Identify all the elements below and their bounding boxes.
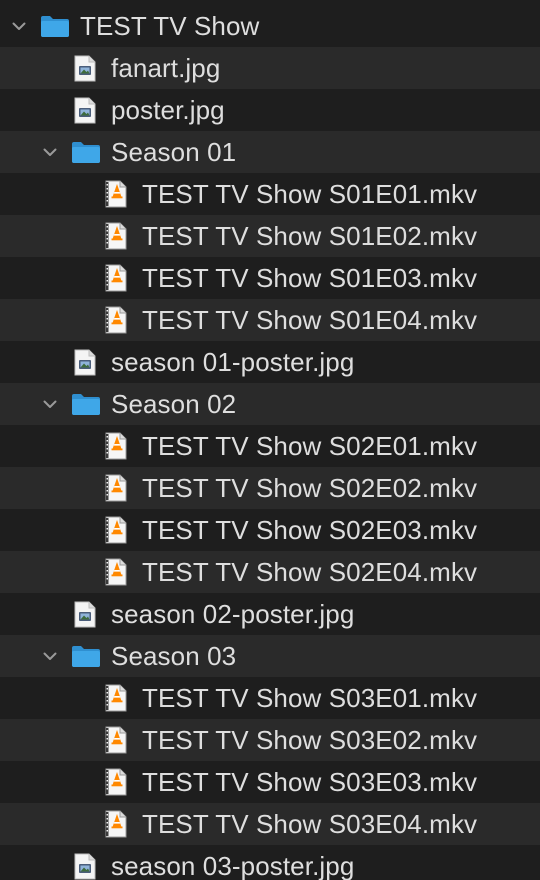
folder-row[interactable]: Season 02: [0, 383, 540, 425]
mkv-file-icon: [105, 509, 127, 551]
file-row[interactable]: TEST TV Show S01E04.mkv: [0, 299, 540, 341]
mkv-file-icon: [105, 551, 127, 593]
mkv-file-icon: [105, 257, 127, 299]
folder-icon: [71, 635, 101, 677]
image-file-icon: [74, 341, 96, 383]
item-label: TEST TV Show: [80, 11, 260, 41]
file-tree: TEST TV Show fanart.jpg poster.jpg Season 0…: [0, 0, 540, 880]
image-file-icon: [74, 593, 96, 635]
folder-icon: [71, 383, 101, 425]
item-label: TEST TV Show S01E04.mkv: [142, 305, 478, 335]
file-row[interactable]: fanart.jpg: [0, 47, 540, 89]
mkv-file-icon: [105, 803, 127, 845]
folder-row[interactable]: TEST TV Show: [0, 5, 540, 47]
item-label: TEST TV Show S01E01.mkv: [142, 179, 478, 209]
file-row[interactable]: TEST TV Show S03E01.mkv: [0, 677, 540, 719]
folder-row[interactable]: Season 03: [0, 635, 540, 677]
disclosure-chevron-icon[interactable]: [41, 383, 59, 425]
item-label: TEST TV Show S03E02.mkv: [142, 725, 478, 755]
file-row[interactable]: TEST TV Show S03E02.mkv: [0, 719, 540, 761]
item-label: TEST TV Show S01E02.mkv: [142, 221, 478, 251]
disclosure-chevron-icon[interactable]: [10, 5, 28, 47]
file-row[interactable]: TEST TV Show S01E03.mkv: [0, 257, 540, 299]
file-row[interactable]: TEST TV Show S01E02.mkv: [0, 215, 540, 257]
item-label: season 03-poster.jpg: [111, 851, 355, 880]
item-label: Season 01: [111, 137, 237, 167]
file-row[interactable]: TEST TV Show S02E01.mkv: [0, 425, 540, 467]
folder-icon: [71, 131, 101, 173]
item-label: fanart.jpg: [111, 53, 221, 83]
item-label: TEST TV Show S03E03.mkv: [142, 767, 478, 797]
mkv-file-icon: [105, 173, 127, 215]
mkv-file-icon: [105, 677, 127, 719]
file-row[interactable]: season 03-poster.jpg: [0, 845, 540, 880]
item-label: Season 03: [111, 641, 237, 671]
item-label: TEST TV Show S02E02.mkv: [142, 473, 478, 503]
item-label: TEST TV Show S01E03.mkv: [142, 263, 478, 293]
item-label: TEST TV Show S02E01.mkv: [142, 431, 478, 461]
item-label: poster.jpg: [111, 95, 225, 125]
disclosure-chevron-icon[interactable]: [41, 131, 59, 173]
file-row[interactable]: TEST TV Show S03E03.mkv: [0, 761, 540, 803]
mkv-file-icon: [105, 467, 127, 509]
item-label: TEST TV Show S02E03.mkv: [142, 515, 478, 545]
file-row[interactable]: season 02-poster.jpg: [0, 593, 540, 635]
item-label: season 02-poster.jpg: [111, 599, 355, 629]
image-file-icon: [74, 845, 96, 880]
mkv-file-icon: [105, 719, 127, 761]
file-row[interactable]: poster.jpg: [0, 89, 540, 131]
mkv-file-icon: [105, 299, 127, 341]
folder-row[interactable]: Season 01: [0, 131, 540, 173]
file-row[interactable]: TEST TV Show S03E04.mkv: [0, 803, 540, 845]
file-row[interactable]: TEST TV Show S02E02.mkv: [0, 467, 540, 509]
file-row[interactable]: TEST TV Show S02E04.mkv: [0, 551, 540, 593]
disclosure-chevron-icon[interactable]: [41, 635, 59, 677]
file-row[interactable]: TEST TV Show S02E03.mkv: [0, 509, 540, 551]
file-row[interactable]: TEST TV Show S01E01.mkv: [0, 173, 540, 215]
mkv-file-icon: [105, 215, 127, 257]
image-file-icon: [74, 47, 96, 89]
item-label: Season 02: [111, 389, 237, 419]
image-file-icon: [74, 89, 96, 131]
folder-icon: [40, 5, 70, 47]
item-label: TEST TV Show S03E04.mkv: [142, 809, 478, 839]
mkv-file-icon: [105, 425, 127, 467]
mkv-file-icon: [105, 761, 127, 803]
file-row[interactable]: season 01-poster.jpg: [0, 341, 540, 383]
item-label: TEST TV Show S03E01.mkv: [142, 683, 478, 713]
item-label: season 01-poster.jpg: [111, 347, 355, 377]
item-label: TEST TV Show S02E04.mkv: [142, 557, 478, 587]
